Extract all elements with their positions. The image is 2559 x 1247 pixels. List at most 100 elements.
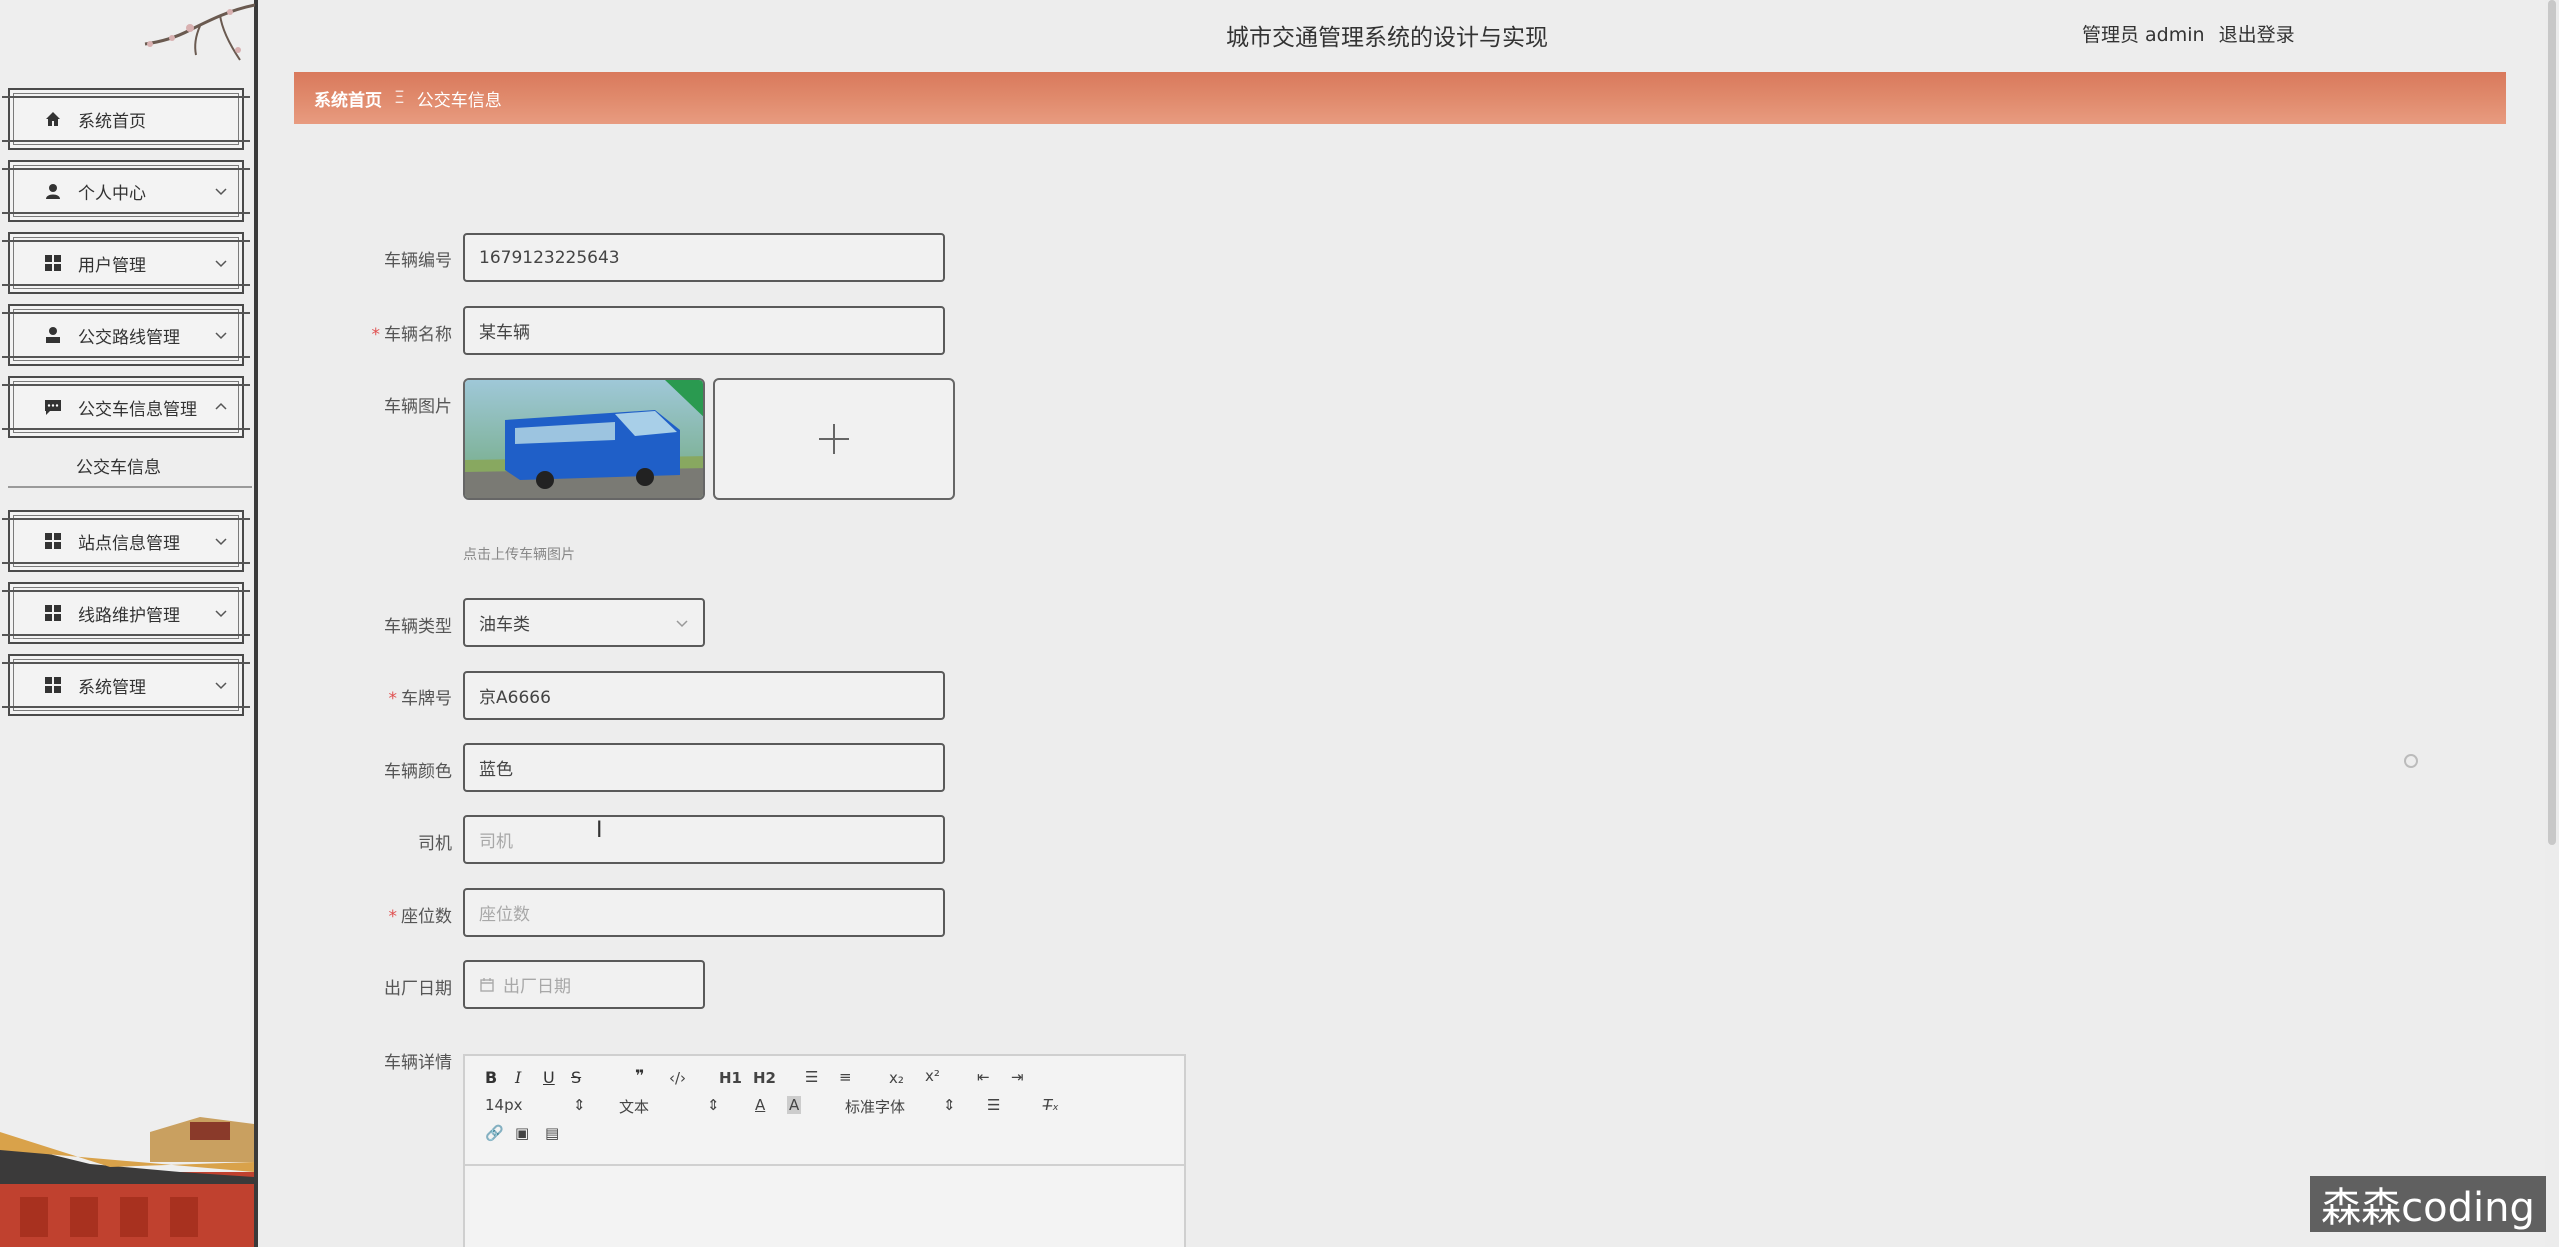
seats-label: * 座位数 bbox=[388, 907, 453, 927]
sidebar-menu: 系统首页 个人中心 用户管理 公交路线管理 公交车信息管理 公交车信息 站点信息… bbox=[2, 88, 252, 726]
plus-icon bbox=[819, 424, 849, 454]
text-cursor-icon: I bbox=[596, 818, 603, 843]
scrollbar-thumb[interactable] bbox=[2548, 0, 2556, 845]
plate-no-label: * 车牌号 bbox=[388, 689, 453, 709]
factory-date-label: 出厂日期 bbox=[384, 979, 452, 999]
chevron-updown-icon: ⇕ bbox=[573, 1096, 586, 1114]
plate-no-input[interactable]: 京A6666 bbox=[463, 671, 945, 720]
sidebar-item-personal[interactable]: 个人中心 bbox=[2, 160, 250, 222]
vehicle-color-input[interactable]: 蓝色 bbox=[463, 743, 945, 792]
subscript-button[interactable]: x₂ bbox=[889, 1069, 904, 1087]
outdent-button[interactable]: ⇤ bbox=[977, 1068, 990, 1086]
vehicle-name-label: * 车辆名称 bbox=[371, 325, 453, 345]
sidebar-item-stations[interactable]: 站点信息管理 bbox=[2, 510, 250, 572]
user-area: 管理员 admin 退出登录 bbox=[2082, 20, 2295, 47]
chevron-up-icon bbox=[215, 402, 227, 410]
page-scrollbar[interactable] bbox=[2545, 0, 2559, 1247]
breadcrumb-current: 公交车信息 bbox=[416, 90, 502, 111]
vehicle-image-thumbnail[interactable] bbox=[463, 378, 705, 500]
breadcrumb-separator: Ξ bbox=[394, 88, 405, 108]
vehicle-name-input[interactable]: 某车辆 bbox=[463, 306, 945, 355]
sidebar-subitem-bus-info[interactable]: 公交车信息 bbox=[8, 444, 252, 488]
chevron-updown-icon: ⇕ bbox=[707, 1096, 720, 1114]
grid-icon bbox=[42, 530, 64, 552]
sidebar-item-label: 线路维护管理 bbox=[78, 605, 180, 626]
sidebar-item-label: 系统管理 bbox=[78, 677, 146, 698]
chevron-down-icon bbox=[215, 188, 227, 196]
blockquote-button[interactable]: ❞ bbox=[635, 1066, 644, 1085]
logout-link[interactable]: 退出登录 bbox=[2219, 20, 2295, 47]
sidebar-item-bus-info-management[interactable]: 公交车信息管理 bbox=[2, 376, 250, 438]
vehicle-image-label: 车辆图片 bbox=[384, 397, 452, 417]
link-icon[interactable]: 🔗 bbox=[485, 1124, 504, 1142]
font-color-button[interactable]: A bbox=[755, 1096, 765, 1114]
video-icon[interactable]: ▤ bbox=[545, 1124, 559, 1142]
grid-icon bbox=[42, 674, 64, 696]
bus-photo bbox=[465, 380, 703, 498]
upload-add-button[interactable] bbox=[713, 378, 955, 500]
chevron-down-icon bbox=[676, 620, 688, 628]
calendar-icon bbox=[480, 977, 494, 992]
sidebar-item-system[interactable]: 系统管理 bbox=[2, 654, 250, 716]
editor-toolbar: B I U S ❞ ‹/› H1 H2 ☰ ≡ x₂ x² ⇤ ⇥ 14px ⇕… bbox=[465, 1056, 1184, 1166]
h1-button[interactable]: H1 bbox=[719, 1069, 742, 1087]
palace-illustration bbox=[0, 1117, 254, 1247]
vehicle-type-select[interactable]: 油车类 bbox=[463, 598, 705, 647]
sidebar-item-label: 站点信息管理 bbox=[78, 533, 180, 554]
sidebar-item-line-maintenance[interactable]: 线路维护管理 bbox=[2, 582, 250, 644]
sidebar-subitem-label: 公交车信息 bbox=[76, 457, 161, 478]
floating-dot-icon bbox=[2404, 754, 2418, 768]
ordered-list-button[interactable]: ☰ bbox=[805, 1068, 818, 1086]
image-icon[interactable]: ▣ bbox=[515, 1124, 529, 1142]
chevron-updown-icon: ⇕ bbox=[943, 1096, 956, 1114]
current-user: 管理员 admin bbox=[2082, 24, 2205, 46]
font-size-select[interactable]: 14px bbox=[485, 1096, 523, 1114]
watermark: 森森coding bbox=[2310, 1176, 2546, 1232]
code-button[interactable]: ‹/› bbox=[669, 1069, 686, 1087]
breadcrumb-home[interactable]: 系统首页 bbox=[314, 86, 382, 111]
superscript-button[interactable]: x² bbox=[925, 1067, 940, 1085]
vehicle-no-label: 车辆编号 bbox=[384, 251, 452, 271]
chevron-down-icon bbox=[215, 682, 227, 690]
vehicle-color-label: 车辆颜色 bbox=[384, 762, 452, 782]
user-icon bbox=[42, 180, 64, 202]
seats-input[interactable]: 座位数 bbox=[463, 888, 945, 937]
underline-button[interactable]: U bbox=[543, 1068, 555, 1087]
grid-icon bbox=[42, 252, 64, 274]
chevron-down-icon bbox=[215, 538, 227, 546]
sidebar-item-label: 系统首页 bbox=[78, 111, 146, 132]
home-icon bbox=[42, 108, 64, 130]
vehicle-no-input[interactable]: 1679123225643 bbox=[463, 233, 945, 282]
background-color-button[interactable]: A bbox=[787, 1096, 802, 1114]
bullet-list-button[interactable]: ≡ bbox=[839, 1068, 852, 1086]
align-button[interactable]: ☰ bbox=[987, 1096, 1000, 1114]
rich-text-editor[interactable]: B I U S ❞ ‹/› H1 H2 ☰ ≡ x₂ x² ⇤ ⇥ 14px ⇕… bbox=[463, 1054, 1186, 1247]
driver-label: 司机 bbox=[418, 834, 452, 854]
driver-input[interactable]: 司机 bbox=[463, 815, 945, 864]
chevron-down-icon bbox=[215, 332, 227, 340]
sidebar: 系统首页 个人中心 用户管理 公交路线管理 公交车信息管理 公交车信息 站点信息… bbox=[0, 0, 258, 1247]
text-type-select[interactable]: 文本 bbox=[619, 1096, 649, 1117]
app-title: 城市交通管理系统的设计与实现 bbox=[1226, 25, 1548, 51]
clear-format-button[interactable]: T̶ₓ bbox=[1043, 1096, 1059, 1114]
sidebar-item-label: 公交车信息管理 bbox=[78, 399, 197, 420]
upload-hint: 点击上传车辆图片 bbox=[463, 547, 575, 563]
bold-button[interactable]: B bbox=[485, 1068, 497, 1087]
font-family-select[interactable]: 标准字体 bbox=[845, 1096, 905, 1117]
italic-button[interactable]: I bbox=[515, 1068, 521, 1087]
factory-date-input[interactable]: 出厂日期 bbox=[463, 960, 705, 1009]
message-icon bbox=[42, 396, 64, 418]
sidebar-item-bus-routes[interactable]: 公交路线管理 bbox=[2, 304, 250, 366]
person-icon bbox=[42, 324, 64, 346]
details-label: 车辆详情 bbox=[384, 1053, 452, 1073]
chevron-down-icon bbox=[215, 610, 227, 618]
sidebar-item-home[interactable]: 系统首页 bbox=[2, 88, 250, 150]
grid-icon bbox=[42, 602, 64, 624]
plum-branch-decoration bbox=[144, 3, 255, 61]
indent-button[interactable]: ⇥ bbox=[1011, 1068, 1024, 1086]
vehicle-type-label: 车辆类型 bbox=[384, 617, 452, 637]
strike-button[interactable]: S bbox=[571, 1068, 581, 1087]
chevron-down-icon bbox=[215, 260, 227, 268]
sidebar-item-users[interactable]: 用户管理 bbox=[2, 232, 250, 294]
h2-button[interactable]: H2 bbox=[753, 1069, 776, 1087]
